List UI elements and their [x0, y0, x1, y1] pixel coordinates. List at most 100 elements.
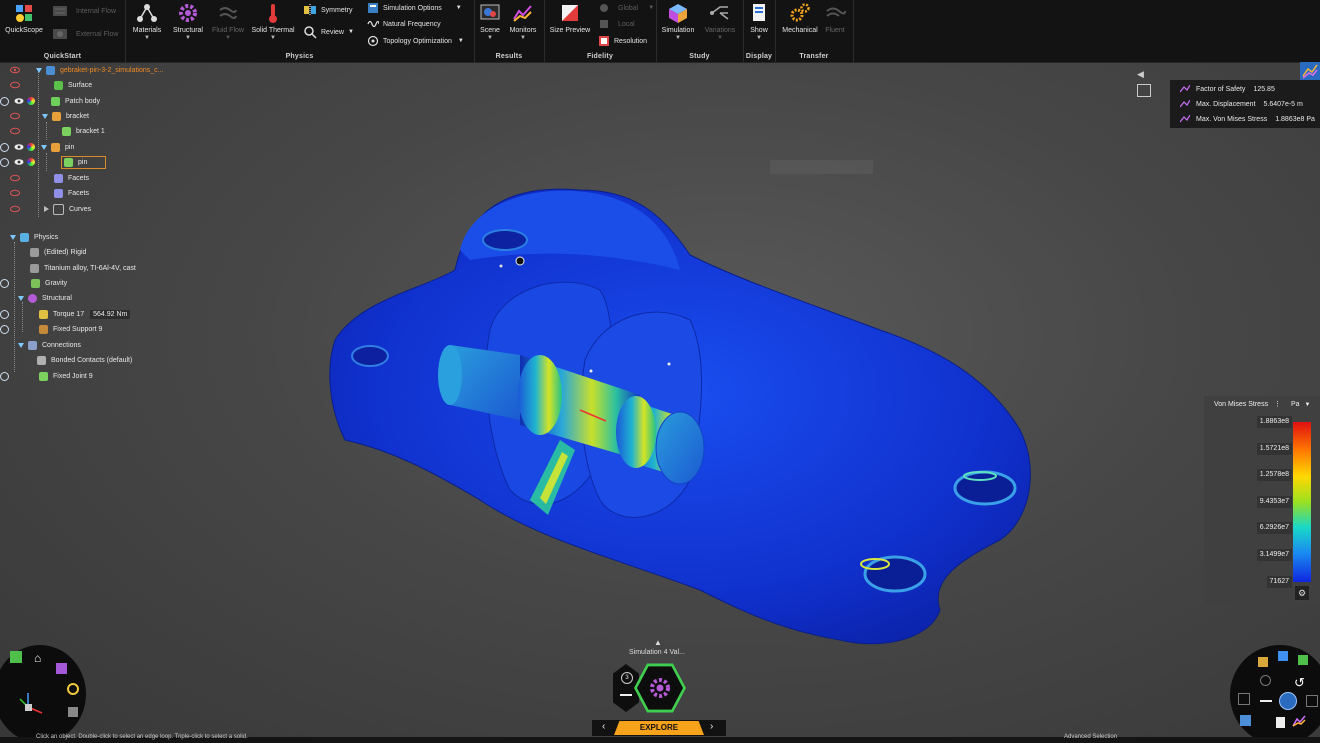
- tree-item-fixed-support[interactable]: Fixed Support 9: [0, 322, 102, 336]
- sparkle-icon[interactable]: [1298, 655, 1308, 665]
- active-tool-button[interactable]: [1279, 692, 1297, 710]
- next-mode-chevron-icon[interactable]: ›: [710, 721, 713, 732]
- tree-item-fixed-joint[interactable]: Fixed Joint 9: [0, 369, 93, 383]
- viewport-3d[interactable]: [0, 0, 1320, 743]
- visibility-eye-icon[interactable]: [14, 97, 24, 105]
- target-icon[interactable]: [0, 324, 9, 334]
- tree-item-pin[interactable]: pin: [0, 140, 74, 154]
- advanced-selection-label[interactable]: Advanced Selection: [1064, 734, 1117, 740]
- tree-item-bracket[interactable]: bracket: [10, 109, 89, 123]
- expand-arrow-icon[interactable]: [18, 342, 24, 348]
- target-icon[interactable]: [0, 142, 9, 152]
- monitors-toggle-button[interactable]: [1300, 62, 1320, 80]
- legend-title[interactable]: Von Mises Stress: [1214, 401, 1268, 408]
- tree-item-structural[interactable]: Structural: [18, 291, 72, 305]
- previous-mode-chevron-icon[interactable]: ‹: [602, 721, 605, 732]
- chart-tool-icon[interactable]: [1292, 715, 1306, 727]
- mode-switcher: ‹ Explore ›: [592, 720, 726, 736]
- play-icon[interactable]: [1260, 675, 1271, 686]
- target-icon[interactable]: [0, 309, 9, 319]
- more-options-icon[interactable]: ⋮: [1274, 401, 1281, 408]
- axis-triad-icon[interactable]: [16, 689, 46, 719]
- visibility-eye-icon[interactable]: [10, 174, 20, 182]
- legend-tick-4: 9.4353e7: [1256, 496, 1292, 508]
- fit-view-icon[interactable]: [68, 707, 78, 717]
- visibility-eye-icon[interactable]: [14, 158, 24, 166]
- grid-tool-icon[interactable]: [1306, 695, 1318, 707]
- tree-item-facets-1[interactable]: Facets: [10, 171, 89, 185]
- collapse-panel-button[interactable]: ◀: [1137, 64, 1161, 98]
- visibility-eye-icon[interactable]: [10, 127, 20, 135]
- legend-unit-select[interactable]: Pa: [1291, 401, 1300, 408]
- tree-label-patch-body: Patch body: [65, 97, 101, 105]
- cube-blue-icon[interactable]: [1278, 651, 1288, 661]
- home-cube-icon[interactable]: [10, 651, 22, 663]
- view-cube-icon[interactable]: [56, 663, 67, 674]
- tree-label-material: Titanium alloy, TI-6Al-4V, cast: [44, 264, 136, 272]
- expand-arrow-icon[interactable]: [36, 67, 42, 73]
- expand-up-arrow[interactable]: ▲: [654, 638, 662, 647]
- target-icon[interactable]: [0, 157, 9, 167]
- visibility-eye-icon[interactable]: [10, 81, 20, 89]
- spin-icon[interactable]: [67, 683, 79, 695]
- tree-item-physics[interactable]: Physics: [10, 230, 58, 244]
- collapse-arrow-icon[interactable]: [44, 206, 49, 212]
- tree-label-torque: Torque 17: [53, 310, 85, 318]
- color-wheel-icon[interactable]: [27, 143, 35, 151]
- cube-view-icon[interactable]: [1258, 657, 1268, 667]
- tree-item-curves[interactable]: Curves: [10, 202, 91, 216]
- visibility-eye-icon[interactable]: [10, 189, 20, 197]
- expand-arrow-icon[interactable]: [41, 144, 47, 150]
- expand-arrow-icon[interactable]: [42, 113, 48, 119]
- tree-item-bonded[interactable]: Bonded Contacts (default): [37, 353, 132, 367]
- color-wheel-icon[interactable]: [27, 97, 35, 105]
- tree-item-patch-body[interactable]: Patch body: [0, 94, 100, 108]
- stat-factor-of-safety[interactable]: Factor of Safety 125.85: [1180, 82, 1275, 96]
- visibility-eye-icon[interactable]: [10, 205, 20, 213]
- tree-item-root[interactable]: gebraket-pin-3-2_simulations_c...: [10, 63, 164, 77]
- minus-tool-icon[interactable]: [1260, 700, 1272, 702]
- tree-item-facets-2[interactable]: Facets: [10, 186, 89, 200]
- pin-left-end: [438, 345, 462, 405]
- tree-item-torque[interactable]: Torque 17 564.92 Nm: [0, 307, 131, 321]
- tree-item-surface[interactable]: Surface: [10, 78, 92, 92]
- expand-arrow-icon[interactable]: [10, 234, 16, 240]
- tree-label-facets-2: Facets: [68, 189, 90, 197]
- tree-item-connections[interactable]: Connections: [18, 338, 81, 352]
- solve-button-inner: [637, 666, 683, 710]
- tree-label-gravity: Gravity: [45, 279, 68, 287]
- top-lug-hole: [482, 229, 528, 251]
- color-wheel-icon[interactable]: [27, 158, 35, 166]
- expand-arrow-icon[interactable]: [18, 295, 24, 301]
- reset-rotate-icon[interactable]: ↺: [1294, 675, 1305, 691]
- explore-mode-tab[interactable]: Explore: [614, 721, 704, 735]
- legend-settings-gear-icon[interactable]: ⚙: [1295, 586, 1309, 600]
- visibility-eye-icon[interactable]: [10, 66, 20, 74]
- home-icon[interactable]: ⌂: [34, 651, 41, 665]
- visibility-eye-icon[interactable]: [14, 143, 24, 151]
- settings-hex-icon[interactable]: [1238, 693, 1250, 705]
- tree-item-material[interactable]: Titanium alloy, TI-6Al-4V, cast: [30, 261, 136, 275]
- stat-max-displacement[interactable]: Max. Displacement 5.6407e-5 m: [1180, 97, 1303, 111]
- target-icon[interactable]: [0, 278, 9, 288]
- torque-value-field[interactable]: 564.92 Nm: [90, 309, 131, 319]
- page-tool-icon[interactable]: [1276, 717, 1285, 728]
- image-tool-icon[interactable]: [1240, 715, 1251, 726]
- tree-item-pin-body[interactable]: pin: [0, 155, 107, 169]
- line-chart-icon: [1180, 100, 1190, 108]
- legend-tick-7[interactable]: 71627: [1266, 576, 1292, 588]
- tree-item-rigid[interactable]: (Edited) Rigid: [30, 245, 86, 259]
- minus-icon[interactable]: [620, 694, 632, 696]
- probe-dot-2: [589, 369, 593, 373]
- legend-tick-1[interactable]: 1.8863e8: [1256, 416, 1292, 428]
- target-icon[interactable]: [0, 371, 9, 381]
- tree-selected-item[interactable]: pin: [61, 155, 107, 169]
- stat-max-von-mises[interactable]: Max. Von Mises Stress 1.8863e8 Pa: [1180, 112, 1315, 126]
- bonded-contacts-icon: [37, 355, 46, 365]
- stat-vm-label: Max. Von Mises Stress: [1196, 115, 1268, 123]
- visibility-eye-icon[interactable]: [10, 112, 20, 120]
- unit-dropdown-arrow[interactable]: ▼: [1305, 402, 1311, 408]
- tree-item-bracket1[interactable]: bracket 1: [10, 124, 105, 138]
- tree-item-gravity[interactable]: Gravity: [0, 276, 67, 290]
- target-icon[interactable]: [0, 96, 9, 106]
